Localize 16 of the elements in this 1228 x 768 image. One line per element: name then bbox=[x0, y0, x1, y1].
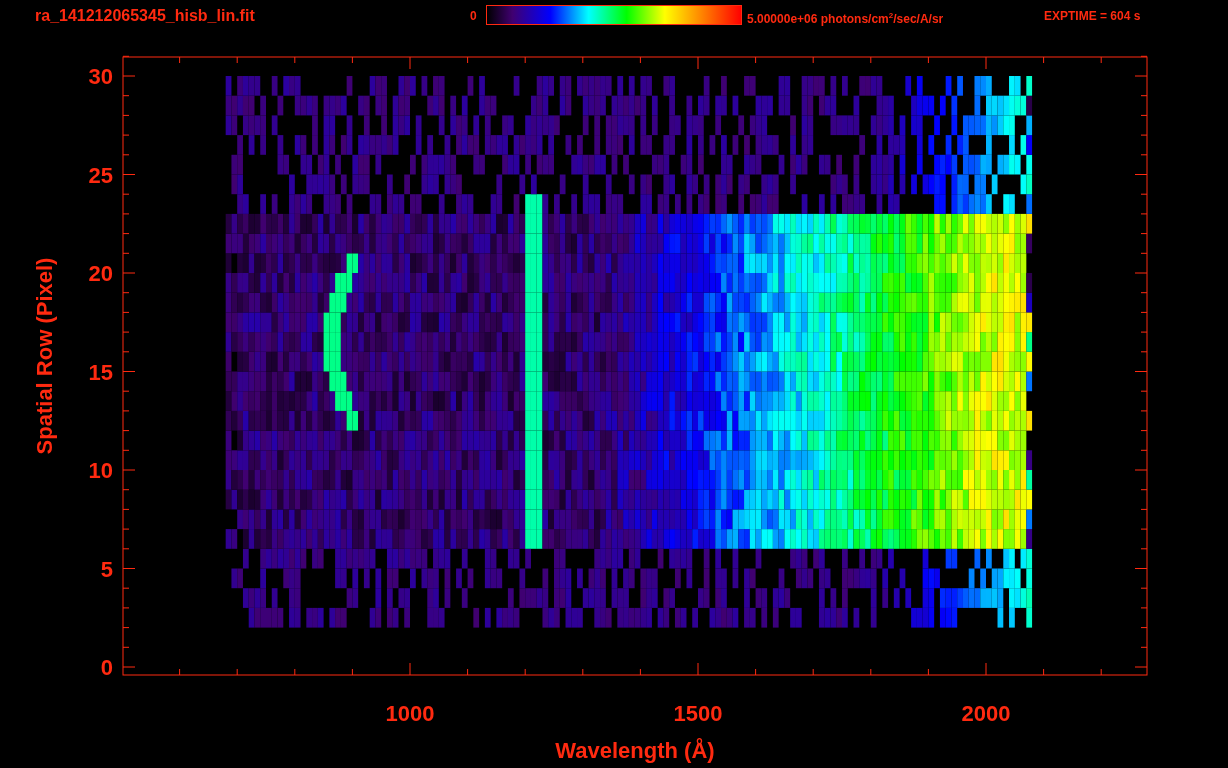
y-tick-label: 0 bbox=[100, 655, 113, 680]
y-tick-label: 5 bbox=[100, 556, 113, 582]
x-axis-title: Wavelength (Å) bbox=[555, 738, 715, 763]
exposure-time: EXPTIME = 604 s bbox=[1044, 8, 1141, 25]
x-tick-label: 2000 bbox=[961, 701, 1011, 726]
y-tick-label: 10 bbox=[88, 458, 113, 483]
y-axis-title: Spatial Row (Pixel) bbox=[32, 257, 57, 455]
x-tick-label: 1000 bbox=[385, 701, 435, 726]
y-tick-label: 30 bbox=[88, 64, 113, 89]
x-tick-label: 1500 bbox=[673, 701, 723, 726]
scale-max-label: 5.00000e+06 photons/cm$^{2}$/sec/A/sr bbox=[747, 10, 945, 28]
y-tick-label: 25 bbox=[88, 162, 113, 188]
file-name: ra_141212065345_hisb_lin.fit bbox=[35, 6, 256, 26]
y-tick-label: 20 bbox=[88, 261, 113, 286]
y-tick-label: 15 bbox=[88, 359, 113, 385]
scale-min-label: 0 bbox=[470, 8, 478, 25]
